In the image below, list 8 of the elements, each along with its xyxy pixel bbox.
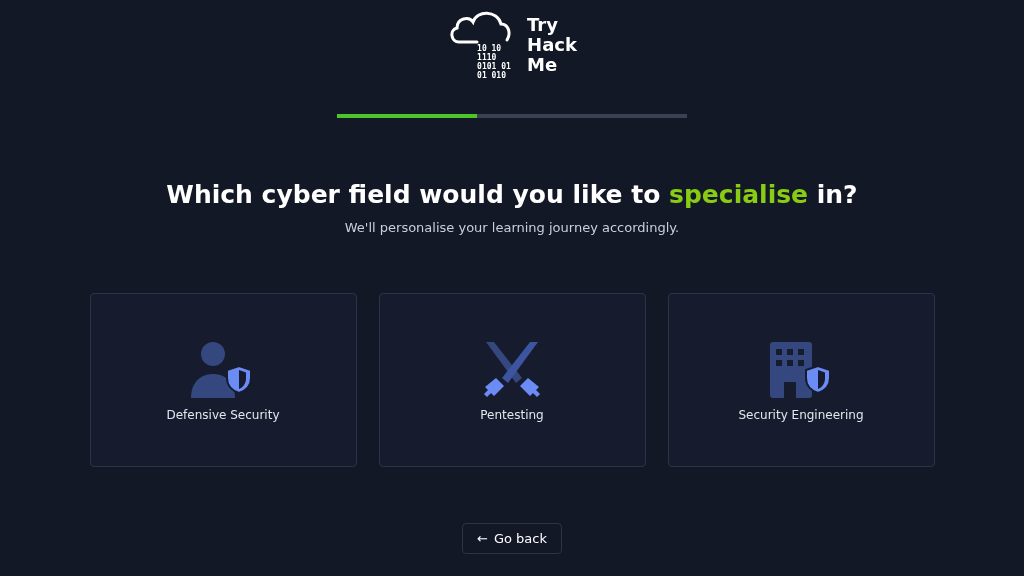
option-card[interactable]: Security Engineering xyxy=(667,293,935,467)
logo: 10 10 1110 0101 01 01 010 Try Hack Me xyxy=(447,8,577,82)
option-card[interactable]: Defensive Security xyxy=(89,293,357,467)
crossed-swords-icon xyxy=(482,340,542,400)
subtitle: We'll personalise your learning journey accordingly. xyxy=(344,218,680,237)
option-card[interactable]: Pentesting xyxy=(378,293,646,467)
heading: Which cyber field would you like to specialise in? xyxy=(166,179,858,211)
go-back-button[interactable]: ← Go back xyxy=(462,523,562,554)
